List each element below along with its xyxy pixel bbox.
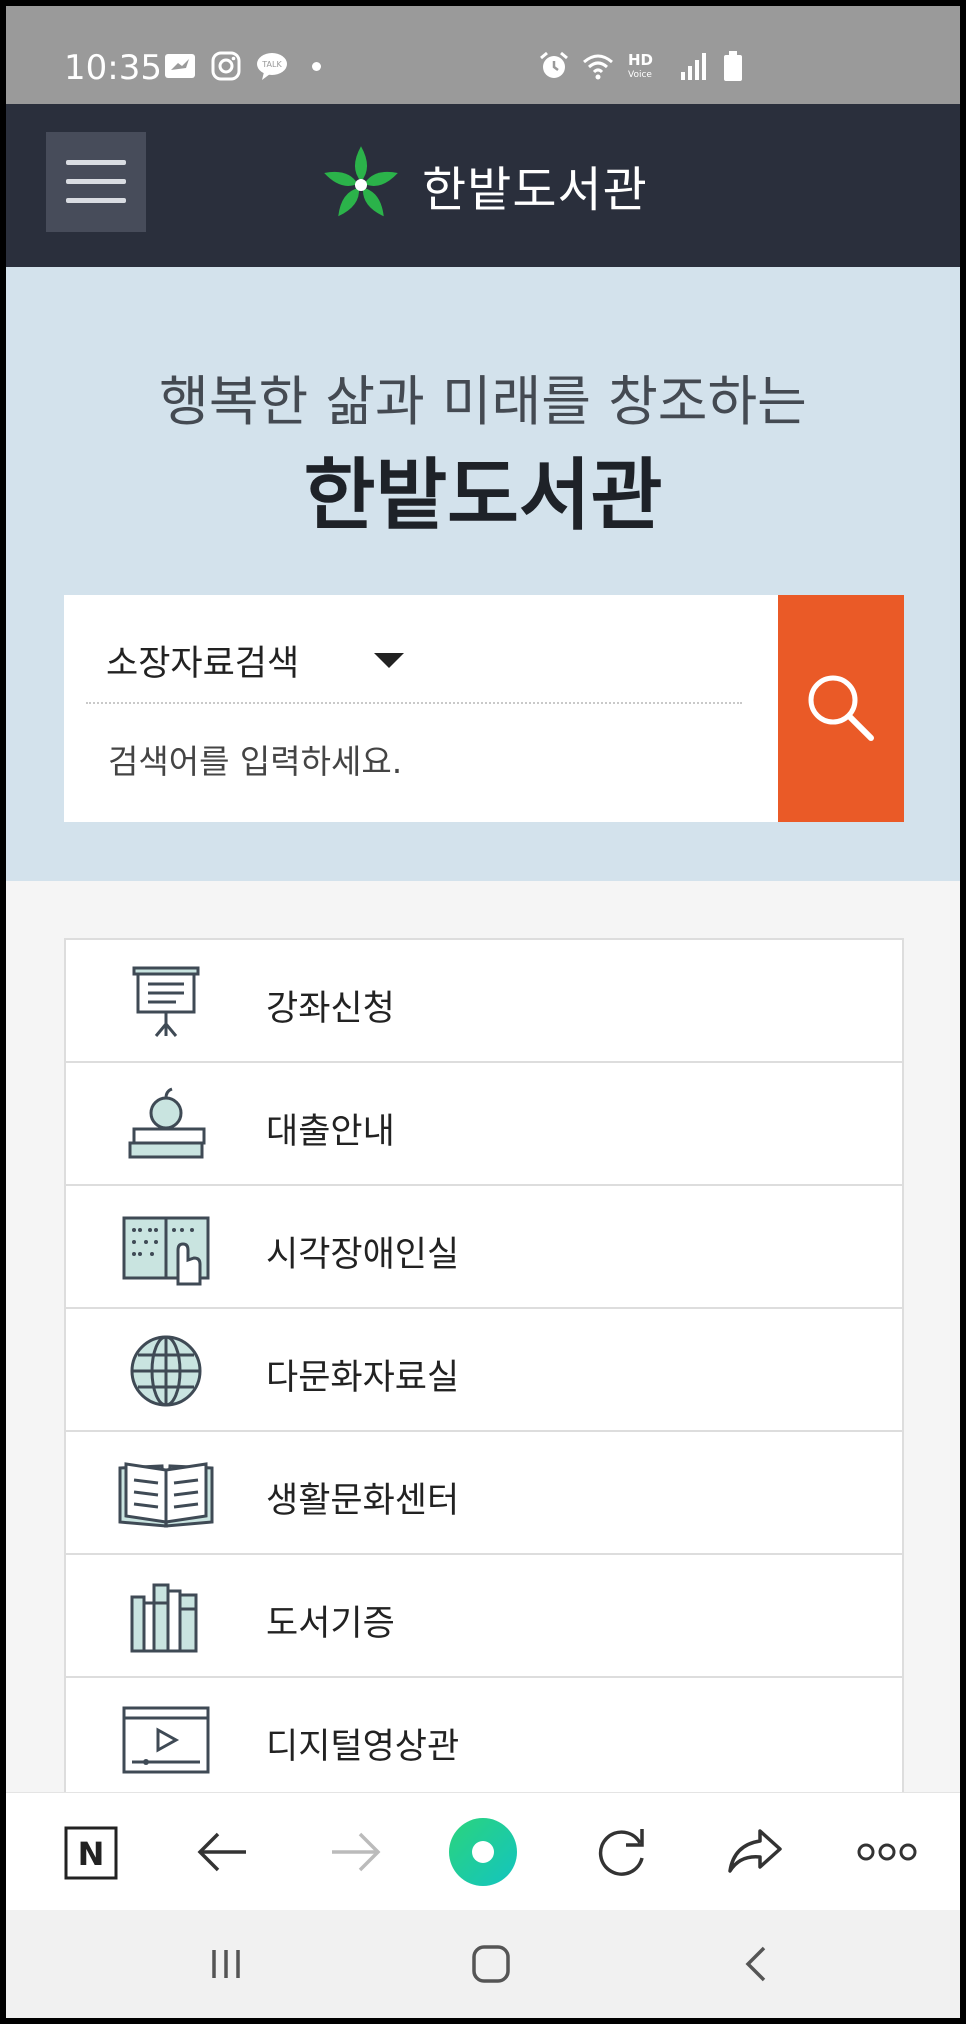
globe-icon (130, 1335, 202, 1407)
naver-home-button[interactable]: N (51, 1813, 129, 1891)
voice-label: Voice (628, 70, 652, 80)
search-input[interactable] (108, 731, 728, 791)
signal-icon (681, 53, 706, 80)
back-icon (745, 1946, 766, 1982)
home-button[interactable] (461, 1934, 521, 1994)
recent-apps-icon (212, 1950, 240, 1978)
quick-menu-list: 강좌신청 대출안내 시각장애인실 다문화자료실 생활문화센터 도서기증 디지털영… (64, 938, 904, 1803)
status-right-icons: HD Voice (538, 50, 744, 82)
alarm-icon (540, 51, 568, 78)
site-logo[interactable]: 한밭도서관 (318, 142, 648, 228)
hamburger-menu-button[interactable] (46, 132, 146, 232)
search-icon (808, 675, 874, 741)
menu-item-label: 도서기증 (266, 1604, 395, 1644)
hd-voice-icon: HD Voice (628, 51, 653, 80)
menu-item-living-culture-center[interactable]: 생활문화센터 (66, 1432, 902, 1555)
status-time: 10:35 (64, 48, 162, 88)
presentation-board-icon (132, 966, 200, 1037)
hero-section: 행복한 삶과 미래를 창조하는 한밭도서관 소장자료검색 (6, 267, 960, 881)
hamburger-icon (66, 160, 126, 165)
braille-book-icon (122, 1216, 210, 1286)
site-header: 한밭도서관 (6, 104, 960, 267)
system-nav-bar (6, 1910, 960, 2018)
open-book-icon (118, 1462, 214, 1528)
more-button[interactable] (848, 1813, 926, 1891)
apple-on-books-icon (128, 1087, 206, 1159)
menu-item-multicultural-room[interactable]: 다문화자료실 (66, 1309, 902, 1432)
search-type-select[interactable]: 소장자료검색 (106, 635, 299, 686)
forward-button[interactable] (316, 1813, 394, 1891)
dot-icon (312, 61, 321, 71)
refresh-button[interactable] (582, 1813, 660, 1891)
battery-icon (724, 51, 742, 81)
hero-subtitle: 행복한 삶과 미래를 창조하는 (159, 370, 807, 433)
more-icon (857, 1843, 917, 1861)
naver-home-icon: N (64, 1826, 118, 1880)
menu-item-lecture[interactable]: 강좌신청 (66, 940, 902, 1063)
share-button[interactable] (716, 1813, 794, 1891)
menu-item-label: 강좌신청 (266, 989, 395, 1029)
menu-item-visually-impaired-room[interactable]: 시각장애인실 (66, 1186, 902, 1309)
hero-title: 한밭도서관 (303, 451, 663, 541)
refresh-icon (598, 1829, 644, 1876)
search-divider (86, 702, 742, 704)
green-dot-button[interactable] (444, 1813, 522, 1891)
search-button[interactable] (778, 595, 904, 822)
browser-toolbar: N (6, 1792, 960, 1910)
status-left-icons: TALK (164, 50, 321, 82)
hamburger-icon-line (66, 179, 126, 184)
menu-item-book-donation[interactable]: 도서기증 (66, 1555, 902, 1678)
wifi-icon (583, 54, 613, 80)
share-icon (728, 1829, 782, 1873)
recent-apps-button[interactable] (196, 1934, 256, 1994)
books-on-shelf-icon (130, 1583, 198, 1653)
menu-item-label: 생활문화센터 (266, 1481, 460, 1521)
green-dot-icon (449, 1818, 517, 1886)
logo-text: 한밭도서관 (422, 162, 648, 218)
status-bar: 10:35 TALK HD Voice (6, 6, 960, 104)
back-button[interactable] (184, 1813, 262, 1891)
menu-item-digital-video-hall[interactable]: 디지털영상관 (66, 1678, 902, 1801)
green-star-leaf-icon (324, 146, 398, 217)
kakaotalk-icon: TALK (257, 53, 287, 80)
naver-label: N (78, 1835, 105, 1873)
bird-notification-icon (165, 54, 195, 78)
home-icon (472, 1945, 510, 1983)
system-back-button[interactable] (728, 1934, 788, 1994)
menu-item-loan-guide[interactable]: 대출안내 (66, 1063, 902, 1186)
chevron-down-icon[interactable] (374, 653, 404, 668)
menu-item-label: 다문화자료실 (266, 1358, 460, 1398)
phone-screen: 10:35 TALK HD Voice 한밭도서관 행복한 삶과 미래를 창조하… (6, 6, 960, 2018)
hamburger-icon-line (66, 198, 126, 203)
instagram-icon (211, 51, 241, 81)
menu-item-label: 시각장애인실 (266, 1235, 460, 1275)
kakao-label: TALK (261, 60, 282, 69)
back-arrow-icon (197, 1832, 246, 1872)
video-player-icon (122, 1706, 210, 1774)
search-box: 소장자료검색 (64, 595, 778, 822)
menu-item-label: 대출안내 (266, 1112, 395, 1152)
menu-item-label: 디지털영상관 (266, 1727, 460, 1767)
hd-label: HD (628, 51, 653, 69)
forward-arrow-icon (332, 1832, 381, 1872)
